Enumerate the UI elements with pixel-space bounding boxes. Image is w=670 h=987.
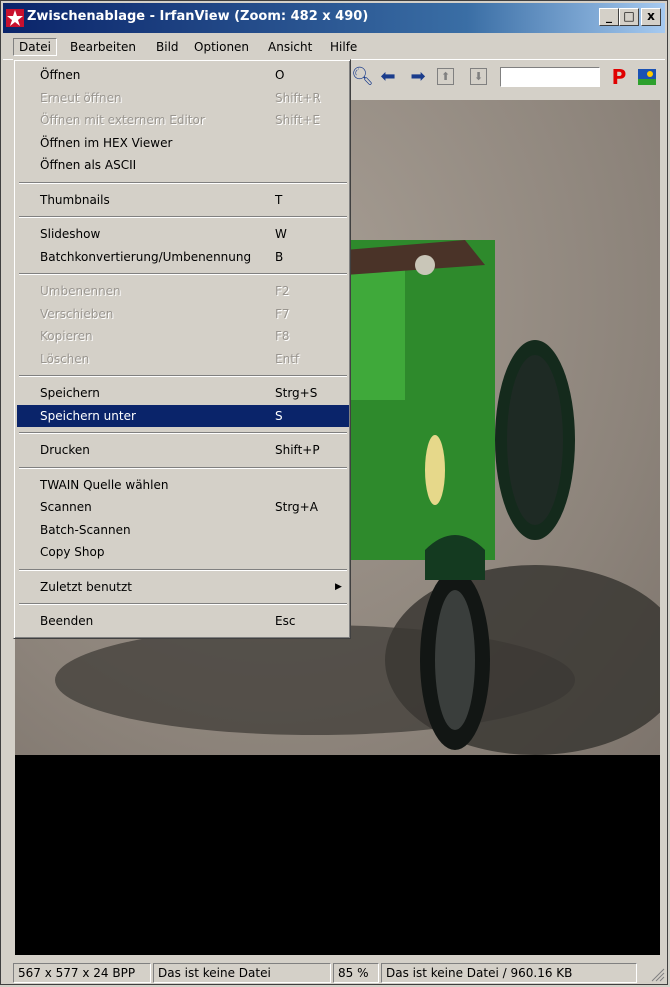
- menu-separator: [19, 216, 347, 218]
- next-arrow-icon[interactable]: ➡: [407, 66, 429, 88]
- file-menu-item-shortcut: T: [275, 192, 283, 207]
- irfanview-icon: [6, 9, 24, 27]
- file-menu-item-shortcut: Strg+A: [275, 500, 318, 514]
- maximize-button[interactable]: □: [619, 8, 639, 26]
- file-menu-item-zuletzt-benutzt[interactable]: Zuletzt benutzt ▶: [17, 576, 349, 598]
- info-icon[interactable]: [636, 66, 658, 88]
- menu-separator: [19, 432, 347, 434]
- file-menu-item-slideshow[interactable]: Slideshow W: [17, 223, 349, 245]
- file-menu-item-label: Batch-Scannen: [40, 522, 131, 537]
- file-menu-item-shortcut: Esc: [275, 614, 296, 628]
- file-menu-item-label: Zuletzt benutzt: [40, 579, 132, 594]
- status-bar: 567 x 577 x 24 BPP Das ist keine Datei 8…: [3, 961, 665, 985]
- file-menu-item-shortcut: Strg+S: [275, 386, 318, 400]
- menu-separator: [19, 273, 347, 275]
- file-menu-item-batch-scannen[interactable]: Batch-Scannen: [17, 519, 349, 541]
- file-menu-item-label: Umbenennen: [40, 284, 121, 298]
- close-button[interactable]: x: [641, 8, 661, 26]
- file-menu-item-label: Speichern unter: [40, 408, 136, 423]
- file-menu-item-shortcut: S: [275, 408, 283, 423]
- menu-bild[interactable]: Bild: [151, 38, 184, 56]
- file-menu-item-speichern-unter[interactable]: Speichern unter S: [17, 404, 349, 427]
- file-menu-item-label: Copy Shop: [40, 545, 105, 559]
- minimize-button[interactable]: _: [599, 8, 619, 26]
- menu-ansicht[interactable]: Ansicht: [263, 38, 317, 56]
- menu-separator: [19, 568, 347, 571]
- file-menu-item-speichern[interactable]: Speichern Strg+S: [17, 382, 349, 404]
- menu-bearbeiten[interactable]: Bearbeiten: [65, 38, 141, 56]
- file-menu-item-label: Kopieren: [40, 329, 93, 343]
- file-menu-item-label: Verschieben: [40, 306, 114, 321]
- menu-separator: [19, 603, 347, 605]
- zoom-out-icon[interactable]: 🔍︎: [351, 66, 374, 88]
- first-image-icon[interactable]: ⬆: [437, 68, 454, 85]
- status-dimensions: 567 x 577 x 24 BPP: [13, 963, 151, 983]
- file-menu-item-label: Scannen: [40, 500, 92, 514]
- file-menu-item-löschen[interactable]: Löschen Entf: [17, 348, 349, 370]
- file-menu-item-shortcut: Entf: [275, 351, 300, 366]
- previous-arrow-icon[interactable]: ⬅: [377, 66, 399, 88]
- file-menu-item-batchkonvertierung-umbenennung[interactable]: Batchkonvertierung/Umbenennung B: [17, 246, 349, 268]
- menu-datei[interactable]: Datei: [13, 38, 58, 56]
- file-menu-item-label: Batchkonvertierung/Umbenennung: [40, 249, 252, 264]
- file-menu-item-label: Öffnen mit externem Editor: [40, 113, 205, 127]
- file-menu-item-label: Slideshow: [40, 227, 101, 241]
- file-menu-item-shortcut: F2: [275, 284, 290, 298]
- app-window: Zwischenablage - IrfanView (Zoom: 482 x …: [0, 0, 668, 985]
- window-title: Zwischenablage - IrfanView (Zoom: 482 x …: [27, 9, 369, 24]
- file-menu-item-shortcut: F8: [275, 329, 290, 343]
- last-image-icon[interactable]: ⬇: [470, 68, 487, 85]
- submenu-arrow-icon: ▶: [335, 581, 342, 592]
- file-menu-item-verschieben[interactable]: Verschieben F7: [17, 303, 349, 325]
- file-menu-item-copy-shop[interactable]: Copy Shop: [17, 541, 349, 563]
- file-menu-item-twain-quelle-wählen[interactable]: TWAIN Quelle wählen: [17, 474, 349, 496]
- file-menu-item-label: TWAIN Quelle wählen: [40, 477, 169, 492]
- file-menu-item-shortcut: F7: [275, 306, 290, 321]
- title-bar[interactable]: Zwischenablage - IrfanView (Zoom: 482 x …: [3, 3, 665, 33]
- file-menu-item-erneut-öffnen[interactable]: Erneut öffnen Shift+R: [17, 87, 349, 109]
- file-menu-item-label: Löschen: [40, 351, 90, 366]
- menu-optionen[interactable]: Optionen: [189, 38, 254, 56]
- menu-separator: [19, 181, 347, 184]
- resize-grip-icon[interactable]: [648, 965, 666, 983]
- menu-separator: [19, 375, 347, 377]
- file-menu-item-scannen[interactable]: Scannen Strg+A: [17, 496, 349, 518]
- file-menu-item-shortcut: W: [275, 227, 287, 241]
- menu-bar: Datei Bearbeiten Bild Optionen Ansicht H…: [3, 35, 665, 57]
- status-file-size: Das ist keine Datei / 960.16 KB: [381, 963, 637, 983]
- file-menu-item-öffnen-mit-externem-editor[interactable]: Öffnen mit externem Editor Shift+E: [17, 109, 349, 131]
- file-menu-item-shortcut: Shift+E: [275, 113, 320, 127]
- file-menu-item-beenden[interactable]: Beenden Esc: [17, 610, 349, 632]
- file-menu-item-shortcut: Shift+R: [275, 90, 321, 105]
- status-file-info: Das ist keine Datei: [153, 963, 331, 983]
- file-menu-dropdown: Öffnen O Erneut öffnen Shift+R Öffnen mit ex…: [13, 59, 351, 639]
- file-menu-item-label: Öffnen als ASCII: [40, 158, 137, 172]
- toolbar-input[interactable]: [500, 67, 600, 87]
- file-menu-item-label: Drucken: [40, 443, 90, 457]
- print-icon[interactable]: P: [610, 66, 628, 88]
- file-menu-item-drucken[interactable]: Drucken Shift+P: [17, 439, 349, 461]
- file-menu-item-umbenennen[interactable]: Umbenennen F2: [17, 280, 349, 302]
- file-menu-item-öffnen-im-hex-viewer[interactable]: Öffnen im HEX Viewer: [17, 132, 349, 154]
- file-menu-item-shortcut: O: [275, 68, 285, 82]
- status-zoom: 85 %: [333, 963, 379, 983]
- file-menu-item-öffnen-als-ascii[interactable]: Öffnen als ASCII: [17, 154, 349, 176]
- file-menu-item-label: Thumbnails: [40, 192, 110, 207]
- file-menu-item-label: Öffnen: [40, 68, 81, 82]
- file-menu-item-shortcut: Shift+P: [275, 443, 320, 457]
- file-menu-item-label: Beenden: [40, 614, 94, 628]
- file-menu-item-thumbnails[interactable]: Thumbnails T: [17, 189, 349, 211]
- file-menu-item-kopieren[interactable]: Kopieren F8: [17, 325, 349, 347]
- file-menu-item-öffnen[interactable]: Öffnen O: [17, 64, 349, 86]
- file-menu-item-label: Speichern: [40, 386, 100, 400]
- file-menu-item-shortcut: B: [275, 249, 284, 264]
- menu-separator: [19, 466, 347, 469]
- file-menu-item-label: Öffnen im HEX Viewer: [40, 135, 173, 150]
- menu-hilfe[interactable]: Hilfe: [325, 38, 362, 56]
- file-menu-item-label: Erneut öffnen: [40, 90, 122, 105]
